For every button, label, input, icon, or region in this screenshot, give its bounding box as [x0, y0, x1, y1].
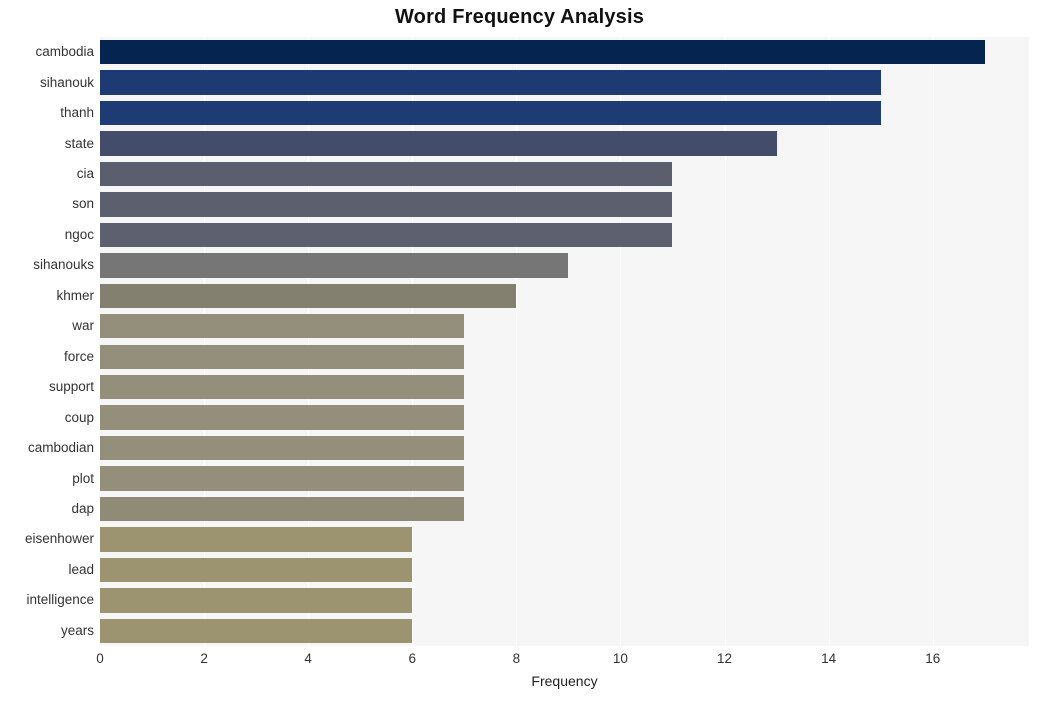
x-tick-label-4: 4 [304, 651, 312, 666]
bar-row [100, 527, 1029, 552]
bar-dap[interactable] [100, 496, 465, 522]
bar-row [100, 283, 1029, 308]
y-tick-label-lead: lead [68, 561, 94, 577]
bar-row [100, 435, 1029, 461]
y-tick-label-son: son [72, 196, 94, 212]
bar-war[interactable] [100, 314, 465, 339]
bar-row [100, 496, 1029, 522]
x-tick-label-14: 14 [821, 651, 837, 666]
bar-row [100, 466, 1029, 491]
y-tick-label-sihanouks: sihanouks [33, 257, 94, 273]
bar-row [100, 374, 1029, 400]
bar-intelligence[interactable] [100, 588, 413, 613]
y-tick-label-cambodia: cambodia [35, 44, 94, 60]
bar-cambodia[interactable] [100, 40, 985, 65]
y-axis-labels: cambodia sihanouk thanh state cia son ngoc siha… [0, 37, 94, 646]
x-tick-label-16: 16 [925, 651, 941, 666]
bar-row [100, 314, 1029, 339]
y-tick-label-eisenhower: eisenhower [24, 531, 94, 547]
bar-row [100, 40, 1029, 65]
x-tick-label-6: 6 [408, 651, 417, 666]
plot-area [100, 37, 1029, 646]
y-tick-label-state: state [64, 135, 94, 151]
bar-sihanouk[interactable] [100, 70, 881, 95]
bar-row [100, 405, 1029, 430]
x-axis-title: Frequency [531, 673, 598, 689]
bar-support[interactable] [100, 374, 465, 400]
x-axis-ticks: 0 2 4 6 8 10 12 14 16 [96, 646, 1029, 672]
bar-row [100, 618, 1029, 643]
y-tick-label-war: war [72, 318, 94, 334]
bar-row [100, 557, 1029, 583]
y-tick-label-khmer: khmer [56, 287, 94, 303]
y-tick-label-cambodian: cambodian [27, 440, 94, 456]
y-tick-label-intelligence: intelligence [26, 592, 94, 608]
bar-row [100, 161, 1029, 187]
y-tick-label-thanh: thanh [60, 105, 94, 121]
x-tick-label-12: 12 [717, 651, 733, 666]
bar-row [100, 344, 1029, 369]
bar-state[interactable] [100, 131, 777, 156]
y-tick-label-dap: dap [71, 500, 94, 516]
bar-row [100, 131, 1029, 156]
bar-row [100, 70, 1029, 95]
y-tick-label-ngoc: ngoc [64, 226, 94, 242]
y-tick-label-coup: coup [64, 409, 94, 425]
x-tick-label-0: 0 [96, 651, 104, 666]
bar-row [100, 100, 1029, 126]
x-tick-label-2: 2 [200, 651, 208, 666]
y-tick-label-support: support [48, 379, 94, 395]
bar-force[interactable] [100, 344, 465, 369]
bar-row [100, 253, 1029, 278]
bar-row [100, 222, 1029, 248]
word-frequency-chart: Word Frequency Analysis cambodia sihanouk… [0, 0, 1039, 701]
bar-cia[interactable] [100, 161, 673, 187]
bar-cambodian[interactable] [100, 435, 465, 461]
x-tick-label-10: 10 [612, 651, 628, 666]
bar-sihanouks[interactable] [100, 253, 569, 278]
y-tick-label-cia: cia [76, 166, 94, 182]
bar-son[interactable] [100, 192, 673, 217]
bars-container [100, 37, 1029, 646]
bar-lead[interactable] [100, 557, 413, 583]
bar-ngoc[interactable] [100, 222, 673, 248]
bar-row [100, 192, 1029, 217]
x-tick-label-8: 8 [512, 651, 521, 666]
chart-title: Word Frequency Analysis [394, 6, 645, 28]
bar-eisenhower[interactable] [100, 527, 413, 552]
bar-coup[interactable] [100, 405, 465, 430]
y-tick-label-sihanouk: sihanouk [39, 74, 94, 90]
bar-thanh[interactable] [100, 100, 881, 126]
bar-khmer[interactable] [100, 283, 517, 308]
bar-plot[interactable] [100, 466, 465, 491]
y-tick-label-years: years [60, 622, 94, 638]
bar-row [100, 588, 1029, 613]
y-tick-label-plot: plot [72, 470, 94, 486]
bar-years[interactable] [100, 618, 413, 643]
y-tick-label-force: force [63, 348, 94, 364]
